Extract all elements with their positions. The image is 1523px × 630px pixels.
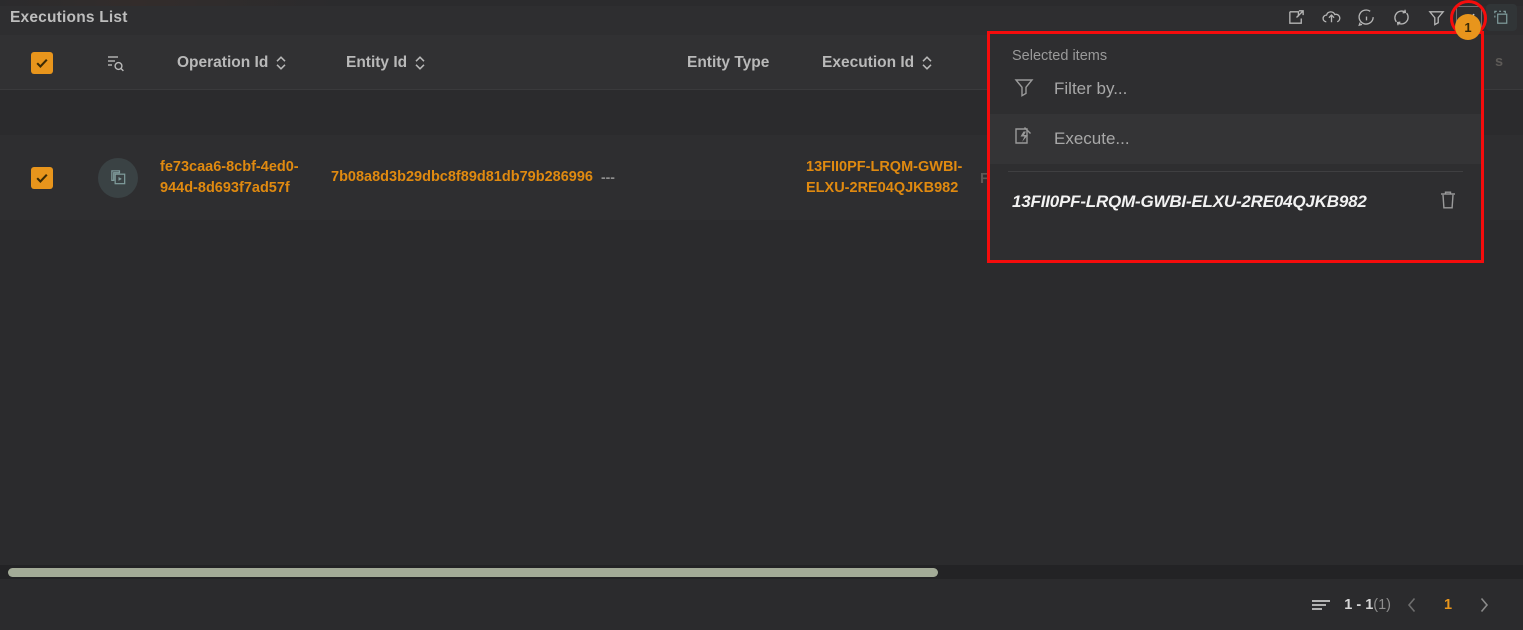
filter-icon [1012,75,1036,104]
page-total-value: (1) [1373,597,1391,613]
column-header-overflow: s [1495,54,1504,70]
select-all-checkbox[interactable] [31,35,53,90]
trash-icon[interactable] [1437,188,1459,217]
pagination-bar: 1 - 1(1) 1 [0,580,1523,630]
info-icon[interactable] [1351,4,1382,31]
execute-icon [1012,125,1036,154]
sort-toggle-operation-id[interactable] [275,54,287,72]
popup-selected-item-id: 13FII0PF-LRQM-GWBI-ELXU-2RE04QJKB982 [1012,192,1367,211]
popup-selected-item-row: 13FII0PF-LRQM-GWBI-ELXU-2RE04QJKB982 [990,172,1481,232]
cloud-upload-icon[interactable] [1316,4,1347,31]
title-bar: Executions List [0,0,1523,35]
column-label-operation-id: Operation Id [177,53,269,71]
column-label-entity-id: Entity Id [346,53,408,71]
checkbox-checked-icon [31,51,53,74]
column-label-execution-id: Execution Id [822,53,915,71]
column-header-execution-id[interactable]: Execution Id [822,35,933,90]
column-header-operation-id[interactable]: Operation Id [177,35,287,90]
page-range: 1 - 1(1) [1344,597,1391,613]
current-page-number[interactable]: 1 [1433,597,1463,613]
horizontal-scrollbar[interactable] [0,565,1523,579]
operation-id-value: fe73caa6-8cbf-4ed0-944d-8d693f7ad57f [160,158,299,196]
popup-action-label-execute: Execute... [1054,129,1130,148]
select-area-icon[interactable] [1486,4,1517,31]
selected-items-popup: Selected items Filter by... Execute... 1 [987,31,1484,263]
next-page-button[interactable] [1463,588,1505,622]
entity-type-value: --- [600,169,615,185]
checkbox-checked-icon [31,166,53,189]
cell-execution-id: 13FII0PF-LRQM-GWBI-ELXU-2RE04QJKB982 [806,135,976,220]
prev-page-button[interactable] [1391,588,1433,622]
row-duplicate-icon[interactable] [98,135,138,220]
popup-title: Selected items [1012,48,1108,64]
row-select-checkbox[interactable] [31,135,53,220]
column-search-icon[interactable] [104,35,126,90]
cell-operation-id: fe73caa6-8cbf-4ed0-944d-8d693f7ad57f [160,135,325,220]
popup-action-label-filter: Filter by... [1054,79,1128,98]
horizontal-scrollbar-thumb[interactable] [8,568,938,577]
cell-entity-id: 7b08a8d3b29dbc8f89d81db79b286996 --- [331,135,701,220]
sort-toggle-entity-id[interactable] [414,54,426,72]
refresh-icon[interactable] [1386,4,1417,31]
selected-count-badge: 1 [1455,14,1481,40]
column-label-entity-type: Entity Type [687,53,770,71]
toolbar [1281,0,1517,35]
popup-action-filter-by[interactable]: Filter by... [990,64,1481,114]
execution-id-value: 13FII0PF-LRQM-GWBI-ELXU-2RE04QJKB982 [806,158,963,196]
rows-icon[interactable] [1310,598,1332,612]
new-window-icon[interactable] [1281,4,1312,31]
copy-stack-icon [98,157,138,198]
entity-id-value: 7b08a8d3b29dbc8f89d81db79b286996 [331,169,593,185]
column-header-entity-id[interactable]: Entity Id [346,35,426,90]
column-header-entity-type[interactable]: Entity Type [687,35,769,90]
popup-action-execute[interactable]: Execute... [990,114,1481,164]
page-range-value: 1 - 1 [1344,597,1374,613]
page-title: Executions List [10,8,128,26]
executions-list-window: Executions List 1 Operation Id Entity Id… [0,0,1523,630]
filter-icon[interactable] [1421,4,1452,31]
sort-toggle-execution-id[interactable] [921,54,933,72]
